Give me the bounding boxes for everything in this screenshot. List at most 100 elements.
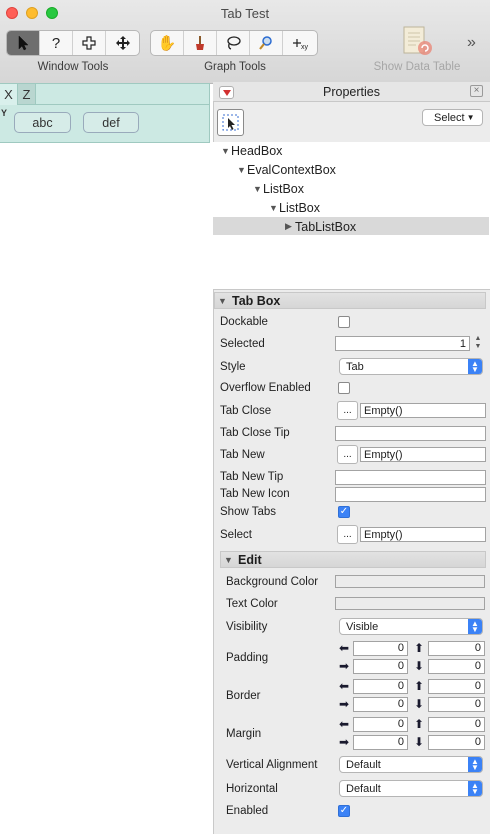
- padding-bottom-field[interactable]: 0: [428, 659, 485, 674]
- tab-new-icon-field[interactable]: [335, 487, 486, 502]
- show-tabs-label: Show Tabs: [220, 506, 277, 518]
- arrow-up-icon: ⬆: [413, 641, 425, 655]
- margin-top-field[interactable]: 0: [428, 717, 485, 732]
- dockable-label: Dockable: [220, 316, 268, 328]
- selection-tool-button[interactable]: [73, 31, 106, 55]
- crosshair-tool-button[interactable]: xy: [283, 31, 316, 55]
- horizontal-label: Horizontal: [226, 783, 278, 795]
- horizontal-value: Default: [346, 782, 381, 795]
- selected-label: Selected: [220, 338, 265, 350]
- tab-close-tip-field[interactable]: [335, 426, 486, 441]
- border-bottom-field[interactable]: 0: [428, 697, 485, 712]
- arrow-cursor-icon: [18, 35, 29, 51]
- padding-left-field[interactable]: 0: [353, 641, 408, 656]
- padding-right-field[interactable]: 0: [353, 659, 408, 674]
- border-label: Border: [226, 690, 261, 702]
- vertical-alignment-value: Default: [346, 758, 381, 771]
- pick-element-button[interactable]: [217, 109, 244, 136]
- crosshair-icon: xy: [292, 39, 309, 51]
- horizontal-select[interactable]: Default ▲ ▼: [339, 780, 483, 797]
- tree-node-label: EvalContextBox: [247, 162, 336, 177]
- margin-bottom-field[interactable]: 0: [428, 735, 485, 750]
- text-color-label: Text Color: [226, 598, 278, 610]
- tree-node[interactable]: ▼ ListBox: [253, 179, 304, 198]
- tab-close-script-button[interactable]: ...: [337, 401, 358, 420]
- select-arrows-icon: ▲ ▼: [468, 619, 482, 634]
- tree-node-selected[interactable]: ▶ TabListBox: [285, 217, 356, 236]
- tab-box-section-header[interactable]: ▼ Tab Box: [214, 292, 486, 309]
- border-left-field[interactable]: 0: [353, 679, 408, 694]
- help-tool-button[interactable]: ?: [40, 31, 73, 55]
- style-label: Style: [220, 361, 246, 373]
- select-script-button[interactable]: ...: [337, 525, 358, 544]
- show-data-table-button[interactable]: [400, 26, 434, 58]
- vertical-alignment-select[interactable]: Default ▲ ▼: [339, 756, 483, 773]
- disclosure-closed-icon: ▶: [285, 221, 292, 231]
- arrow-up-icon: ⬆: [413, 717, 425, 731]
- tab-z[interactable]: Z: [18, 84, 36, 105]
- tree-node[interactable]: ▼ ListBox: [269, 198, 320, 217]
- tab-new-tip-field[interactable]: [335, 470, 486, 485]
- abc-button[interactable]: abc: [14, 112, 71, 133]
- data-table-icon: [403, 26, 432, 55]
- tab-close-tip-label: Tab Close Tip: [220, 427, 290, 439]
- tab-strip-divider: [36, 104, 210, 105]
- visibility-select[interactable]: Visible ▲ ▼: [339, 618, 483, 635]
- visibility-label: Visibility: [226, 621, 268, 633]
- margin-left-field[interactable]: 0: [353, 717, 408, 732]
- tab-new-script-button[interactable]: ...: [337, 445, 358, 464]
- graph-tools-group: ✋ xy: [150, 30, 318, 56]
- tab-new-field[interactable]: Empty(): [360, 447, 486, 462]
- properties-title: Properties: [323, 85, 380, 99]
- tab-x[interactable]: X: [0, 84, 18, 105]
- tab-close-field[interactable]: Empty(): [360, 403, 486, 418]
- svg-text:xy: xy: [301, 44, 309, 51]
- margin-right-field[interactable]: 0: [353, 735, 408, 750]
- arrow-down-icon: ⬇: [413, 697, 425, 711]
- close-panel-icon[interactable]: ×: [470, 85, 483, 97]
- select-label: Select: [220, 529, 252, 541]
- arrow-left-icon: ⬅: [338, 641, 350, 655]
- arrow-tool-button[interactable]: [7, 31, 40, 55]
- tab-close-label: Tab Close: [220, 405, 272, 417]
- arrow-right-icon: ➡: [338, 735, 350, 749]
- padding-top-field[interactable]: 0: [428, 641, 485, 656]
- disclosure-open-icon: ▼: [218, 295, 227, 306]
- move-tool-button[interactable]: [106, 31, 139, 55]
- overflow-enabled-label: Overflow Enabled: [220, 382, 311, 394]
- arrow-left-icon: ⬅: [338, 679, 350, 693]
- tree-node[interactable]: ▼ HeadBox: [221, 141, 282, 160]
- brush-tool-button[interactable]: [184, 31, 217, 55]
- arrow-left-icon: ⬅: [338, 717, 350, 731]
- enabled-checkbox[interactable]: ✓: [338, 805, 350, 817]
- edit-section-header[interactable]: ▼ Edit: [220, 551, 486, 568]
- content-pane: [0, 84, 213, 834]
- show-data-table-label: Show Data Table: [373, 61, 461, 73]
- tree-node[interactable]: ▼ EvalContextBox: [237, 160, 336, 179]
- select-arrows-icon: ▲ ▼: [468, 781, 482, 796]
- magnifier-tool-button[interactable]: [250, 31, 283, 55]
- style-select-value: Tab: [346, 360, 364, 373]
- overflow-enabled-checkbox[interactable]: [338, 382, 350, 394]
- select-dropdown-label: Select: [434, 111, 465, 124]
- border-top-field[interactable]: 0: [428, 679, 485, 694]
- background-color-well[interactable]: [335, 575, 485, 588]
- show-tabs-checkbox[interactable]: ✓: [338, 506, 350, 518]
- axis-label: Y: [1, 108, 8, 118]
- disclosure-open-icon: ▼: [237, 164, 246, 175]
- toolbar-overflow-icon[interactable]: »: [467, 34, 476, 52]
- lasso-tool-button[interactable]: [217, 31, 250, 55]
- selected-number-field[interactable]: 1: [335, 336, 470, 351]
- def-button[interactable]: def: [83, 112, 139, 133]
- disclosure-open-icon: ▼: [224, 554, 233, 565]
- enabled-label: Enabled: [226, 805, 269, 817]
- text-color-well[interactable]: [335, 597, 485, 610]
- border-right-field[interactable]: 0: [353, 697, 408, 712]
- style-select[interactable]: Tab ▲ ▼: [339, 358, 483, 375]
- selected-stepper[interactable]: ▲ ▼: [473, 335, 483, 352]
- dockable-checkbox[interactable]: [338, 316, 350, 328]
- select-field[interactable]: Empty(): [360, 527, 486, 542]
- select-dropdown[interactable]: Select ▼: [422, 109, 483, 126]
- arrow-right-icon: ➡: [338, 659, 350, 673]
- grabber-tool-button[interactable]: ✋: [151, 31, 184, 55]
